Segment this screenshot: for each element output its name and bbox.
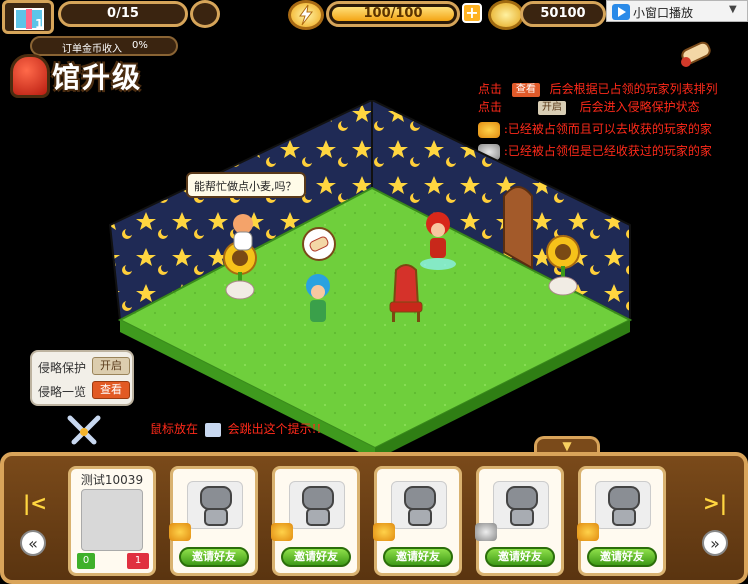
small-swords-icon: [204, 422, 221, 437]
play-icon: [612, 4, 630, 20]
player-card[interactable]: 测试10039 0 1: [68, 466, 156, 576]
friend-slot-card[interactable]: 邀请好友: [271, 466, 360, 576]
task-progress-text: 0/15: [107, 6, 139, 21]
add-energy-button[interactable]: +: [462, 3, 482, 23]
energy-text: 100/100: [363, 6, 423, 21]
invite-friend-button[interactable]: 邀请好友: [587, 547, 657, 567]
robot-silhouette-icon: [506, 486, 538, 526]
room-scene: [108, 100, 633, 460]
sunflower-plant-left[interactable]: [223, 241, 257, 300]
gold-coin-icon: [488, 0, 524, 30]
house-status-icon: [271, 523, 293, 541]
scroll-icon[interactable]: [676, 36, 718, 72]
player-avatar: [81, 489, 143, 551]
task-progress-pill: 0/15: [58, 1, 188, 27]
last-page-button[interactable]: >|: [702, 488, 728, 518]
house-status-icon: [475, 523, 497, 541]
frame-ornament: [190, 0, 220, 28]
next-page-button[interactable]: »: [702, 530, 728, 556]
player-name: 测试10039: [80, 473, 144, 487]
knight-helmet-icon: [10, 54, 50, 98]
gold-text: 50100: [540, 6, 586, 21]
invite-friend-button[interactable]: 邀请好友: [485, 547, 555, 567]
house-status-icon: [169, 523, 191, 541]
friend-slot-card[interactable]: 邀请好友: [577, 466, 666, 576]
invite-friend-button[interactable]: 邀请好友: [281, 547, 351, 567]
list-view-button[interactable]: 查看: [92, 381, 130, 399]
level-number: 1: [35, 17, 44, 31]
quest-scroll-bubble[interactable]: [302, 227, 336, 261]
upgrade-hall-button[interactable]: 馆升级: [8, 48, 168, 102]
view-tag: 查看: [511, 82, 540, 97]
level-badge[interactable]: 1: [2, 0, 54, 34]
player-badge-green: 0: [77, 553, 95, 569]
house-status-icon: [577, 523, 599, 541]
list-label: 侵略一览: [38, 385, 87, 399]
first-page-button[interactable]: |<: [22, 488, 48, 518]
invite-friend-button[interactable]: 邀请好友: [179, 547, 249, 567]
protect-label: 侵略保护: [38, 361, 87, 375]
crossed-swords-icon[interactable]: [64, 414, 104, 450]
robot-silhouette-icon: [200, 486, 232, 526]
hint-line-1: 点击 查看 后会根据已占领的玩家列表排列: [478, 82, 718, 97]
player-badge-red: 1: [127, 553, 149, 569]
speech-bubble: 能帮忙做点小麦,吗？: [186, 172, 306, 198]
protect-open-button[interactable]: 开启: [92, 357, 130, 375]
lightning-icon: [288, 0, 324, 30]
friend-slot-card[interactable]: 邀请好友: [475, 466, 564, 576]
mouse-hint: 鼠标放在 会跳出这个提示!!: [150, 422, 322, 437]
speech-text: 能帮忙做点小麦,吗？: [194, 180, 297, 193]
friend-slot-card[interactable]: 邀请好友: [373, 466, 462, 576]
invite-friend-button[interactable]: 邀请好友: [383, 547, 453, 567]
robot-silhouette-icon: [302, 486, 334, 526]
invasion-panel: 侵略保护 开启 侵略一览 查看: [30, 350, 134, 406]
prev-page-button[interactable]: «: [20, 530, 46, 556]
upgrade-hall-title: 馆升级: [52, 61, 143, 94]
top-bar: 1 0/15 100/100 + 50100 小窗口播放 ▼: [0, 0, 748, 34]
chevron-down-icon[interactable]: ▼: [729, 4, 737, 15]
robot-silhouette-icon: [404, 486, 436, 526]
window-play-label: 小窗口播放: [633, 6, 694, 20]
window-play-button[interactable]: 小窗口播放 ▼: [606, 0, 748, 22]
house-status-icon: [373, 523, 395, 541]
gold-pill: 50100: [520, 1, 606, 27]
friend-slot-card[interactable]: 邀请好友: [169, 466, 258, 576]
robot-silhouette-icon: [608, 486, 640, 526]
energy-pill: 100/100: [326, 1, 460, 27]
